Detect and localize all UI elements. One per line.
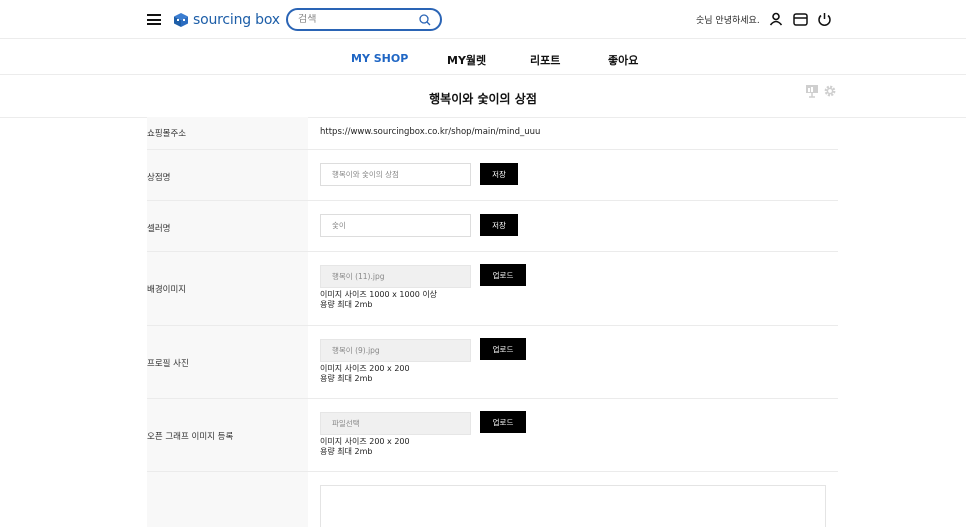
shop-address-value: https://www.sourcingbox.co.kr/shop/main/…	[320, 127, 541, 137]
logo-text: sourcing box	[193, 12, 280, 28]
shop-settings-form: 쇼핑몰주소 https://www.sourcingbox.co.kr/shop…	[147, 117, 838, 527]
profile-photo-file-field[interactable]: 행복이 (9).jpg	[320, 339, 471, 362]
user-icon[interactable]	[767, 10, 785, 28]
search-input[interactable]	[298, 14, 408, 25]
title-bar: 행복이와 숯이의 상점	[0, 76, 966, 118]
seller-name-input[interactable]: 숯이	[320, 214, 471, 237]
search-box[interactable]	[286, 8, 442, 31]
row-shop-name: 상점명 행복이와 숯이의 상점 저장	[147, 150, 838, 201]
seller-name-label: 셀러명	[147, 224, 171, 234]
nav-report[interactable]: 리포트	[530, 52, 560, 68]
shop-name-input[interactable]: 행복이와 숯이의 상점	[320, 163, 471, 186]
og-image-upload-button[interactable]: 업로드	[480, 411, 526, 433]
profile-photo-capacity-hint: 용량 최대 2mb	[320, 374, 373, 383]
box-logo-icon	[174, 13, 188, 27]
shop-name-save-button[interactable]: 저장	[480, 163, 518, 185]
presentation-icon[interactable]	[804, 83, 820, 99]
row-background-image: 배경이미지 행복이 (11).jpg 업로드 이미지 사이즈 1000 x 10…	[147, 252, 838, 326]
profile-photo-upload-button[interactable]: 업로드	[480, 338, 526, 360]
settings-gear-icon[interactable]	[822, 83, 838, 99]
power-icon[interactable]	[815, 10, 833, 28]
nav-my-shop[interactable]: MY SHOP	[351, 52, 408, 65]
main-nav: MY SHOP MY월렛 리포트 좋아요	[0, 40, 966, 75]
og-image-capacity-hint: 용량 최대 2mb	[320, 447, 373, 456]
top-header: sourcing box 숫님 안녕하세요.	[0, 0, 966, 39]
row-og-image: 오픈 그래프 이미지 등록 파일선택 업로드 이미지 사이즈 200 x 200…	[147, 399, 838, 472]
shop-name-label: 상점명	[147, 173, 171, 183]
shop-address-label: 쇼핑몰주소	[147, 129, 187, 139]
nav-my-wallet[interactable]: MY월렛	[447, 52, 486, 68]
background-image-label: 배경이미지	[147, 285, 187, 295]
seller-name-save-button[interactable]: 저장	[480, 214, 518, 236]
description-textarea[interactable]	[320, 485, 826, 527]
og-image-size-hint: 이미지 사이즈 200 x 200	[320, 437, 410, 446]
row-description	[147, 472, 838, 527]
nav-likes[interactable]: 좋아요	[608, 52, 638, 68]
og-image-label: 오픈 그래프 이미지 등록	[147, 432, 234, 442]
row-profile-photo: 프로필 사진 행복이 (9).jpg 업로드 이미지 사이즈 200 x 200…	[147, 326, 838, 399]
row-seller-name: 셀러명 숯이 저장	[147, 201, 838, 252]
background-image-capacity-hint: 용량 최대 2mb	[320, 300, 373, 309]
profile-photo-size-hint: 이미지 사이즈 200 x 200	[320, 364, 410, 373]
search-icon[interactable]	[418, 13, 432, 27]
row-shop-address: 쇼핑몰주소 https://www.sourcingbox.co.kr/shop…	[147, 117, 838, 150]
background-image-upload-button[interactable]: 업로드	[480, 264, 526, 286]
profile-photo-label: 프로필 사진	[147, 359, 189, 369]
og-image-file-field[interactable]: 파일선택	[320, 412, 471, 435]
wallet-icon[interactable]	[791, 10, 809, 28]
background-image-file-field[interactable]: 행복이 (11).jpg	[320, 265, 471, 288]
greeting-text: 숫님 안녕하세요.	[696, 16, 760, 26]
logo[interactable]: sourcing box	[173, 10, 280, 30]
background-image-size-hint: 이미지 사이즈 1000 x 1000 이상	[320, 290, 438, 299]
hamburger-menu-icon[interactable]	[147, 14, 161, 25]
